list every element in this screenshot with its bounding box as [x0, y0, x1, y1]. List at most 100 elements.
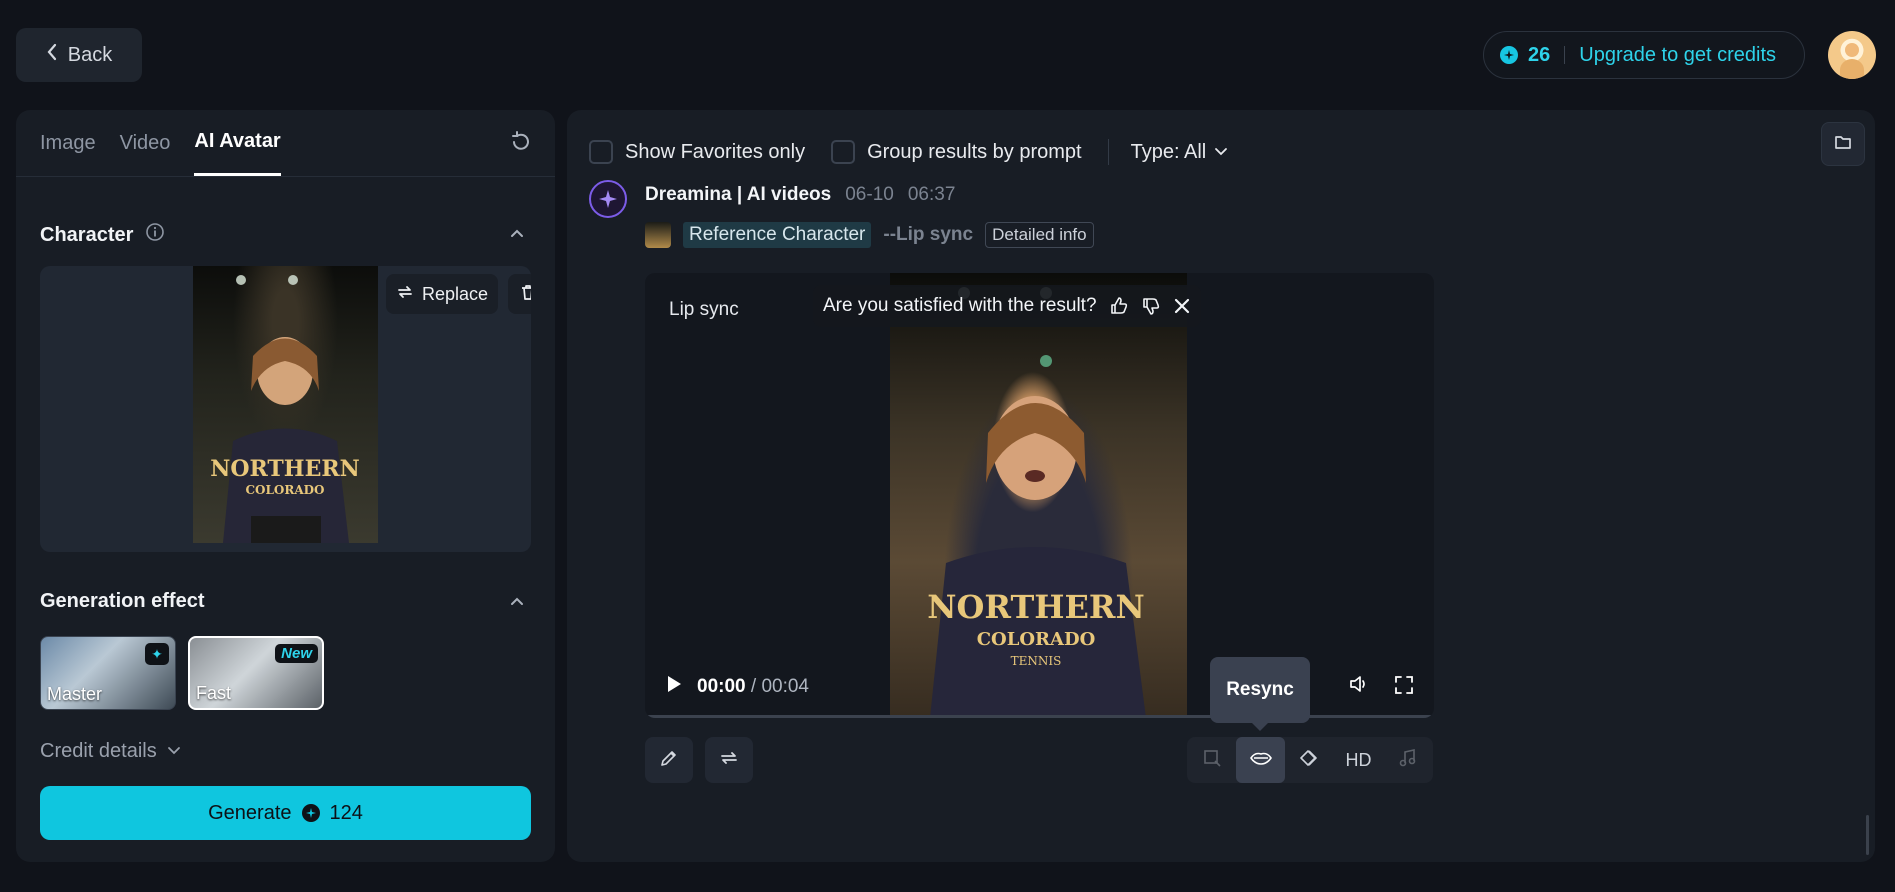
resync-button[interactable]: [1236, 737, 1285, 783]
back-button[interactable]: Back: [16, 28, 142, 82]
resync-tooltip: Resync: [1210, 657, 1310, 731]
svg-text:COLORADO: COLORADO: [245, 483, 324, 497]
group-label: Group results by prompt: [867, 140, 1082, 163]
effect-option-fast[interactable]: New Fast: [188, 636, 324, 710]
credit-details-label: Credit details: [40, 740, 157, 762]
tab-video[interactable]: Video: [120, 110, 171, 176]
pill-divider: [1564, 46, 1566, 64]
post-prompt: Reference Character --Lip sync Detailed …: [645, 222, 1094, 248]
video-progress-bar[interactable]: [645, 715, 1434, 718]
tabs-divider: [16, 176, 555, 177]
music-note-icon: [1398, 748, 1418, 773]
player-controls: 00:00 / 00:04: [645, 656, 1434, 718]
group-filter[interactable]: Group results by prompt: [831, 140, 1082, 164]
sparkle-icon: ✦: [145, 643, 169, 665]
post-author: Dreamina | AI videos: [645, 184, 832, 205]
chevron-down-icon: [167, 740, 181, 763]
effect-option-master[interactable]: ✦ Master: [40, 636, 176, 710]
post-header: Dreamina | AI videos 06-10 06:37: [645, 184, 955, 206]
favorites-label: Show Favorites only: [625, 140, 806, 163]
feedback-question: Are you satisfied with the result?: [823, 295, 1097, 316]
regenerate-button[interactable]: [705, 737, 753, 783]
character-preview: NORTHERN COLORADO Replace: [40, 266, 531, 552]
mode-tabs: Image Video AI Avatar: [40, 110, 281, 176]
tab-ai-avatar[interactable]: AI Avatar: [194, 110, 281, 176]
detailed-info-button[interactable]: Detailed info: [985, 222, 1094, 248]
diamond-icon: [1299, 748, 1321, 773]
filter-bar: Show Favorites only Group results by pro…: [589, 130, 1228, 174]
trash-icon: [519, 283, 531, 306]
svg-text:NORTHERN: NORTHERN: [927, 588, 1144, 626]
music-button[interactable]: [1383, 737, 1432, 783]
credit-details-toggle[interactable]: Credit details: [40, 740, 181, 763]
video-frame: NORTHERN COLORADO TENNIS: [890, 273, 1187, 718]
effect-label-master: Master: [47, 684, 103, 704]
replace-button[interactable]: Replace: [386, 274, 498, 314]
crop-frame-icon: [1202, 748, 1222, 773]
post-date: 06-10: [845, 184, 894, 205]
tab-image[interactable]: Image: [40, 110, 96, 176]
video-mode-label: Lip sync: [669, 299, 739, 320]
character-image: NORTHERN COLORADO: [193, 266, 378, 543]
thumbs-up-icon[interactable]: [1109, 296, 1129, 316]
reset-icon[interactable]: [509, 130, 533, 159]
back-label: Back: [67, 43, 113, 66]
upgrade-link[interactable]: Upgrade to get credits: [1579, 44, 1776, 67]
svg-text:COLORADO: COLORADO: [977, 629, 1096, 650]
credit-coin-icon: [1500, 46, 1518, 64]
volume-icon[interactable]: [1348, 673, 1370, 700]
type-label: Type: All: [1130, 140, 1207, 163]
chevron-left-icon: [46, 43, 58, 67]
group-checkbox[interactable]: [831, 140, 856, 164]
filter-divider: [1107, 139, 1109, 165]
scrollbar-thumb[interactable]: [1866, 815, 1869, 855]
favorites-checkbox[interactable]: [589, 140, 613, 164]
time-total: 00:04: [761, 676, 809, 697]
folder-icon: [1834, 134, 1852, 155]
favorites-filter[interactable]: Show Favorites only: [589, 140, 805, 164]
video-tools: HD: [1187, 737, 1433, 783]
video-player[interactable]: NORTHERN COLORADO TENNIS Lip sync Are yo…: [645, 273, 1434, 718]
pencil-icon: [659, 748, 679, 773]
new-badge: New: [275, 644, 318, 663]
edit-button[interactable]: [645, 737, 693, 783]
fullscreen-icon[interactable]: [1394, 675, 1414, 700]
hd-button[interactable]: HD: [1334, 737, 1383, 783]
reference-character-tag[interactable]: Reference Character: [683, 222, 872, 248]
info-icon[interactable]: [145, 222, 165, 248]
generation-effect-title: Generation effect: [40, 590, 205, 612]
thumbs-down-icon[interactable]: [1141, 296, 1161, 316]
chevron-down-icon: [1214, 141, 1228, 164]
post-time: 06:37: [907, 184, 956, 205]
mode-tag: --Lip sync: [883, 224, 974, 245]
credits-pill[interactable]: 26 Upgrade to get credits: [1483, 31, 1805, 79]
character-title: Character: [40, 223, 134, 246]
delete-button[interactable]: [508, 274, 531, 314]
user-avatar[interactable]: [1828, 31, 1876, 79]
type-dropdown[interactable]: Type: All: [1131, 141, 1229, 164]
reference-thumbnail[interactable]: [645, 222, 671, 248]
effect-label-fast: Fast: [196, 683, 232, 703]
credit-coin-icon: [301, 804, 320, 822]
swap-icon: [719, 748, 739, 773]
time-current: 00:00: [697, 676, 746, 697]
feedback-bar: Are you satisfied with the result?: [813, 285, 1201, 327]
generate-cost: 124: [329, 801, 363, 824]
lips-icon: [1249, 749, 1273, 772]
generate-label: Generate: [208, 801, 292, 824]
svg-text:NORTHERN: NORTHERN: [210, 456, 360, 482]
frame-tool-button[interactable]: [1187, 737, 1236, 783]
folder-button[interactable]: [1821, 122, 1865, 166]
character-section-title: Character: [40, 222, 165, 248]
chevron-up-icon[interactable]: [509, 594, 525, 615]
generate-button[interactable]: Generate 124: [40, 786, 531, 840]
play-icon[interactable]: [665, 674, 683, 700]
interpolate-button[interactable]: [1285, 737, 1334, 783]
time-separator: /: [750, 676, 757, 697]
chevron-up-icon[interactable]: [509, 226, 525, 247]
swap-icon: [396, 283, 414, 306]
dreamina-logo-icon: [589, 180, 627, 218]
credits-count: 26: [1528, 43, 1551, 66]
close-icon[interactable]: [1173, 297, 1191, 315]
left-panel: Image Video AI Avatar Character NORTHERN…: [16, 110, 555, 862]
